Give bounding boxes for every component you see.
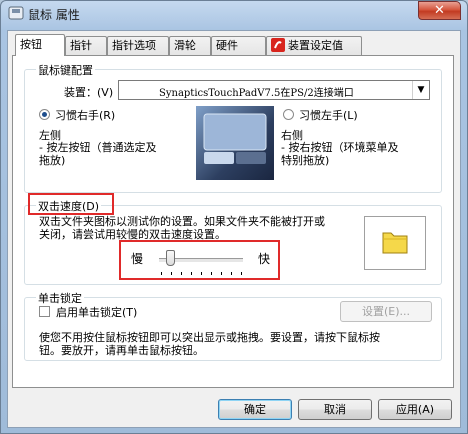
chevron-down-icon: ▼ [412,81,429,99]
touchpad-illustration [203,113,267,164]
close-button[interactable]: ✕ [418,1,461,20]
slider-tick [201,272,202,275]
left-side-desc: 拖放) [39,154,66,167]
tab-hardware[interactable]: 硬件 [211,36,266,56]
slider-tick [191,272,192,275]
slider-tick [181,272,182,275]
click-lock-checkbox[interactable] [39,306,50,317]
slider-tick [241,272,242,275]
tab-label: 装置设定值 [288,39,343,52]
tab-device-settings[interactable]: 装置设定值 [266,36,362,56]
highlight-box [28,193,114,215]
cancel-button[interactable]: 取消 [298,399,372,420]
tab-label: 滑轮 [174,39,196,52]
folder-icon [382,232,408,254]
tab-label: 硬件 [216,39,238,52]
slider-tick [211,272,212,275]
device-label: 装置：(V) [64,86,114,99]
slider-tick [231,272,232,275]
synaptics-icon [271,38,285,52]
right-side-desc: 特别拖放) [281,154,330,167]
device-select-value: SynapticsTouchPadV7.5在PS/2连接端口 [159,88,354,99]
tab-label: 按钮 [20,38,42,51]
fast-label: 快 [258,252,271,266]
left-hand-radio[interactable] [283,109,294,120]
slider-tick [161,272,162,275]
button-config-legend: 鼠标键配置 [36,62,95,78]
slow-label: 慢 [131,252,144,266]
ok-button[interactable]: 确定 [218,399,292,420]
test-folder[interactable] [364,216,426,270]
mouse-icon [8,6,24,20]
right-hand-radio[interactable] [39,109,50,120]
slider-tick [171,272,172,275]
speed-slider-thumb[interactable] [166,250,175,266]
click-lock-label: 启用单击锁定(T) [56,306,138,319]
slider-tick [221,272,222,275]
tab-wheel[interactable]: 滑轮 [169,36,211,56]
left-hand-label: 习惯左手(L) [299,109,358,122]
touchpad-image [196,106,274,180]
click-lock-desc: 钮。要放开，请再单击鼠标按钮。 [39,344,204,357]
tab-label: 指针 [70,39,92,52]
tab-label: 指针选项 [112,39,156,52]
tab-pointers[interactable]: 指针 [65,36,107,56]
click-lock-settings-button[interactable]: 设置(E)... [340,301,432,322]
window-title: 鼠标 属性 [28,8,80,22]
tab-pointer-options[interactable]: 指针选项 [107,36,169,56]
device-select[interactable]: SynapticsTouchPadV7.5在PS/2连接端口 ▼ [118,80,430,100]
tab-buttons[interactable]: 按钮 [15,34,65,56]
right-hand-label: 习惯右手(R) [55,109,116,122]
apply-button[interactable]: 应用(A) [378,399,452,420]
